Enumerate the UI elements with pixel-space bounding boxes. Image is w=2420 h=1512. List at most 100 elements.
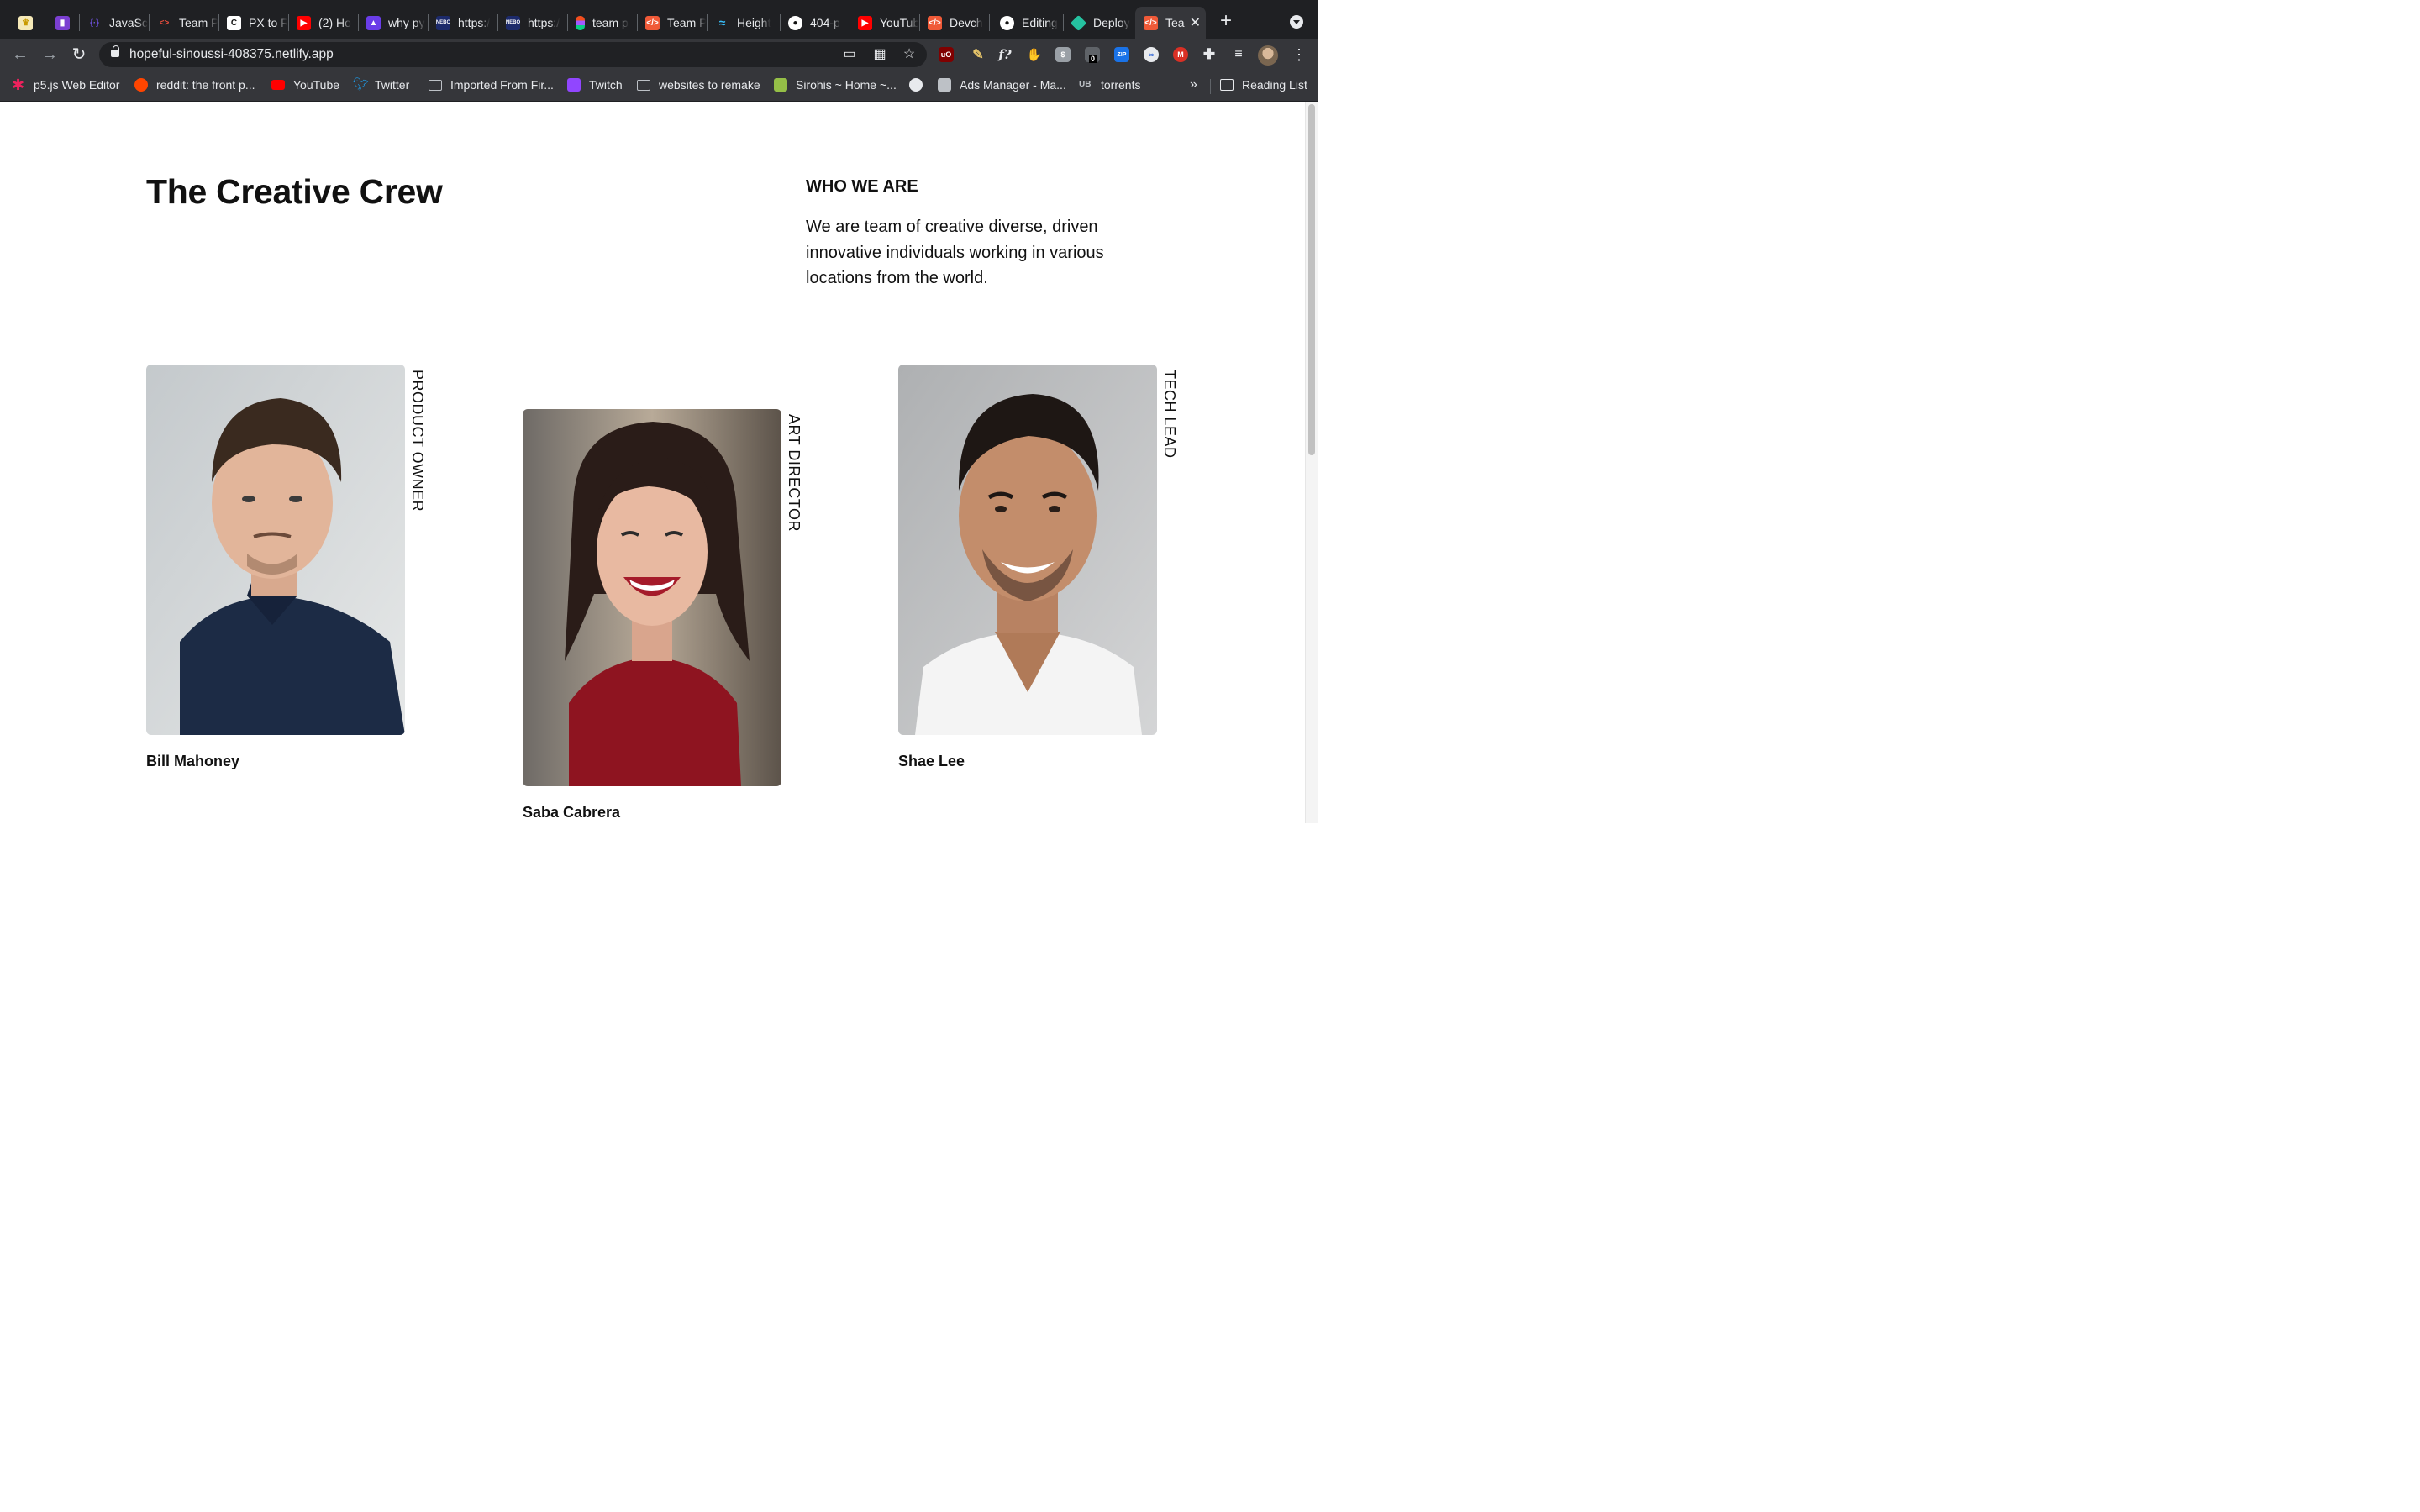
cast-icon[interactable]: ▭ <box>842 47 857 62</box>
reading-list-button[interactable]: Reading List <box>1220 78 1307 92</box>
folder-icon <box>429 80 442 91</box>
bookmark-label: websites to remake <box>659 78 760 92</box>
tab-title: Deploy <box>1093 16 1130 29</box>
tab-title: https:/ <box>458 16 491 29</box>
bookmark-sirohis[interactable]: Sirohis ~ Home ~... <box>774 78 897 92</box>
member-photo <box>146 365 405 735</box>
new-tab-button[interactable]: + <box>1215 10 1237 32</box>
scrollbar-thumb[interactable] <box>1308 104 1315 455</box>
m-letter-icon[interactable]: M <box>1173 47 1188 62</box>
github-icon: ● <box>1000 15 1014 30</box>
tab-team-p-1[interactable]: <> Team P <box>149 7 218 39</box>
tab-title: (2) Ho <box>318 16 351 29</box>
bookmark-globe[interactable] <box>909 78 931 92</box>
tab-youtube-home[interactable]: ▶ (2) Ho <box>288 7 357 39</box>
tab-youtube[interactable]: ▶ YouTub <box>850 7 918 39</box>
p5-asterisk-icon: ✱ <box>12 76 25 93</box>
tab-strip: ♛ ▮ {·} JavaSc <> Team P C PX to R ▶ (2)… <box>0 0 1318 39</box>
highlighter-icon[interactable]: ✎ <box>971 47 986 62</box>
profile-avatar[interactable] <box>1258 45 1278 66</box>
bookmark-label: torrents <box>1101 78 1141 92</box>
bookmark-twitter[interactable]: 🐦︎ Twitter <box>353 78 409 92</box>
tab-pinned-2[interactable]: ▮ <box>47 7 79 39</box>
tab-404[interactable]: ● 404-p <box>780 7 849 39</box>
page-viewport: The Creative Crew WHO WE ARE We are team… <box>0 102 1305 823</box>
close-tab-icon[interactable]: ✕ <box>1190 14 1201 31</box>
bookmark-torrents[interactable]: UB torrents <box>1079 78 1140 92</box>
crown-icon: ♛ <box>18 15 33 30</box>
tab-px-to-rem[interactable]: C PX to R <box>218 7 287 39</box>
tab-title: https:/ <box>528 16 560 29</box>
url-text[interactable]: hopeful-sinoussi-408375.netlify.app <box>129 47 334 62</box>
member-name: Shae Lee <box>898 753 965 769</box>
back-icon[interactable]: ← <box>9 44 31 66</box>
bookmark-folder-websites[interactable]: websites to remake <box>637 78 760 92</box>
youtube-icon: ▶ <box>297 15 311 30</box>
bookmark-label: p5.js Web Editor <box>34 78 120 92</box>
tab-editing[interactable]: ● Editing <box>992 7 1062 39</box>
tab-devchallenges[interactable]: </> Devch <box>919 7 988 39</box>
bookmark-youtube[interactable]: YouTube <box>271 78 339 92</box>
bookmark-label: Ads Manager - Ma... <box>960 78 1066 92</box>
figma-icon <box>576 15 585 30</box>
tab-https-2[interactable]: NEBO https:/ <box>497 7 566 39</box>
forward-icon[interactable]: → <box>39 44 60 66</box>
bookmark-label: reddit: the front p... <box>156 78 255 92</box>
address-bar[interactable]: hopeful-sinoussi-408375.netlify.app ▭ ▦ … <box>99 42 927 67</box>
browser-menu-icon[interactable]: ⋮ <box>1292 45 1307 64</box>
globe-icon <box>909 78 923 92</box>
qr-code-icon[interactable]: ▦ <box>872 47 887 62</box>
extension-grey-icon[interactable]: $ <box>1055 47 1071 62</box>
tailwind-icon: ≈ <box>718 16 726 29</box>
tab-pinned-1[interactable]: ♛ <box>10 7 42 39</box>
hand-icon[interactable]: ✋ <box>1027 47 1043 62</box>
tab-title: PX to R <box>249 16 287 29</box>
bookmark-p5js[interactable]: ✱ p5.js Web Editor <box>12 76 120 93</box>
tab-team-p-2[interactable]: </> Team P <box>637 7 706 39</box>
bookmark-reddit[interactable]: reddit: the front p... <box>134 78 255 92</box>
zip-icon[interactable]: ZIP <box>1114 47 1129 62</box>
tab-height[interactable]: ≈ Height <box>707 7 779 39</box>
bookmark-label: Twitch <box>589 78 623 92</box>
extensions-puzzle-icon[interactable]: ✚ <box>1202 46 1217 62</box>
bookmark-star-icon[interactable]: ☆ <box>902 47 917 62</box>
bookmark-label: Imported From Fir... <box>450 78 554 92</box>
woman-portrait-image <box>523 409 781 786</box>
tab-title: team p <box>592 16 629 29</box>
ublock-icon[interactable]: uO <box>939 47 954 62</box>
tab-javascript[interactable]: {·} JavaSc <box>79 7 148 39</box>
devchallenges-icon: </> <box>1144 15 1158 30</box>
bookmark-ads-manager[interactable]: Ads Manager - Ma... <box>938 78 1066 92</box>
tab-title: Editing <box>1022 16 1058 29</box>
bookmark-twitch[interactable]: Twitch <box>567 78 623 92</box>
tab-search-icon[interactable] <box>1290 15 1303 29</box>
twitch-icon <box>567 78 581 92</box>
tab-title: Devch <box>950 16 983 29</box>
member-role: ART DIRECTOR <box>786 414 802 533</box>
eyes-icon[interactable]: ∞ <box>1144 47 1159 62</box>
tab-team-page-active[interactable]: </> Tea ✕ <box>1135 7 1206 39</box>
twitter-icon: 🐦︎ <box>353 77 370 92</box>
tab-why-py[interactable]: ▲ why py <box>358 7 427 39</box>
tab-https-1[interactable]: NEBO https:/ <box>428 7 497 39</box>
font-inspector-icon[interactable]: f? <box>997 47 1013 62</box>
reddit-icon <box>134 78 148 92</box>
github-icon: ● <box>788 15 802 30</box>
page-scrollbar[interactable] <box>1305 102 1318 823</box>
extension-badge-icon[interactable]: 0 <box>1085 47 1100 63</box>
bookmarks-bar: ✱ p5.js Web Editor reddit: the front p..… <box>0 71 1318 102</box>
reading-list-label: Reading List <box>1242 78 1307 92</box>
media-queue-icon[interactable]: ≡ <box>1231 47 1246 62</box>
member-role: TECH LEAD <box>1161 370 1178 459</box>
bookmarks-overflow-chevron-icon[interactable]: » <box>1190 77 1197 92</box>
reading-list-icon <box>1220 79 1234 91</box>
tab-team-p-figma[interactable]: team p <box>567 7 636 39</box>
code-brackets-icon: {·} <box>89 18 100 28</box>
tab-deploy[interactable]: Deploy <box>1063 7 1132 39</box>
bookmark-label: Sirohis ~ Home ~... <box>796 78 897 92</box>
shopify-icon <box>774 78 787 92</box>
ads-manager-icon <box>938 78 951 92</box>
reload-icon[interactable]: ↻ <box>68 44 90 66</box>
tab-title: Team P <box>179 16 218 29</box>
bookmark-folder-imported[interactable]: Imported From Fir... <box>429 78 554 92</box>
